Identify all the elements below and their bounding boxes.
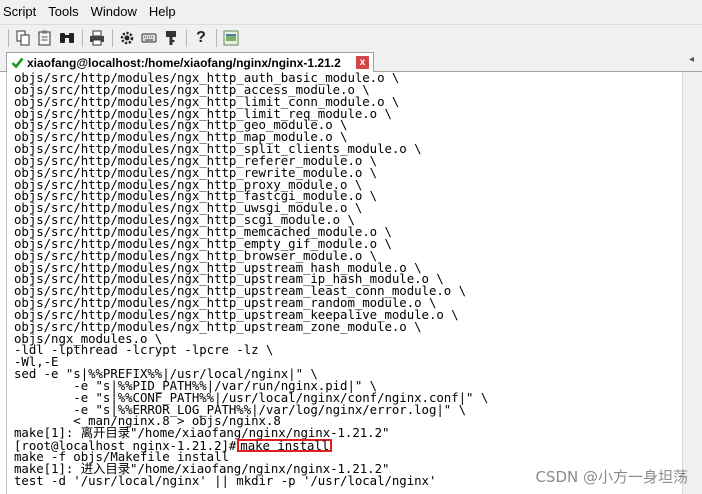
sftp-icon[interactable]: [222, 29, 240, 47]
key-icon[interactable]: [162, 29, 180, 47]
toolbar: ?: [0, 24, 702, 50]
session-tab-title: xiaofang@localhost:/home/xiaofang/nginx/…: [27, 55, 341, 70]
terminal-scrollbar[interactable]: [682, 72, 702, 494]
toolbar-separator: [216, 28, 217, 47]
close-icon[interactable]: x: [356, 56, 369, 69]
toolbar-separator: [82, 28, 83, 47]
menu-window[interactable]: Window: [85, 0, 143, 24]
toolbar-separator: [186, 28, 187, 47]
tab-scroll-left-icon[interactable]: ◂: [689, 54, 694, 65]
terminal-line: -ldl -lpthread -lcrypt -lpcre -lz \: [14, 342, 274, 358]
help-icon[interactable]: ?: [192, 29, 210, 47]
print-icon[interactable]: [88, 29, 106, 47]
paste-icon[interactable]: [36, 29, 54, 47]
connected-check-icon: [11, 57, 24, 69]
highlighted-command: make install: [237, 439, 333, 453]
session-tab[interactable]: xiaofang@localhost:/home/xiaofang/nginx/…: [6, 52, 374, 72]
menu-help[interactable]: Help: [143, 0, 182, 24]
terminal-output[interactable]: objs/src/http/modules/ngx_http_auth_basi…: [6, 72, 680, 494]
copy-icon[interactable]: [14, 29, 32, 47]
session-tab-strip: xiaofang@localhost:/home/xiaofang/nginx/…: [0, 50, 702, 72]
watermark: CSDN @小方一身坦荡: [535, 468, 688, 486]
settings-icon[interactable]: [118, 29, 136, 47]
menu-tools[interactable]: Tools: [42, 0, 84, 24]
menu-script[interactable]: Script: [0, 0, 42, 24]
keyboard-icon[interactable]: [140, 29, 158, 47]
toolbar-separator: [112, 28, 113, 47]
menu-bar: Script Tools Window Help: [0, 0, 702, 24]
find-icon[interactable]: [58, 29, 76, 47]
toolbar-grip: [8, 28, 9, 47]
